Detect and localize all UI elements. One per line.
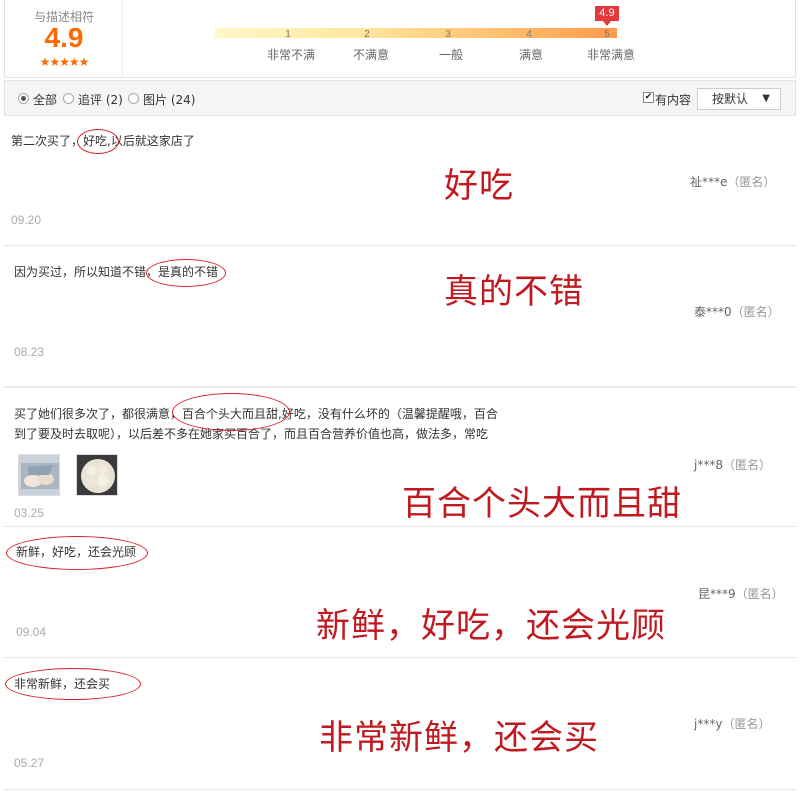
rating-scale-bar [215, 28, 617, 38]
reviewer-name: 昆***9（匿名） [698, 585, 784, 602]
scale-label-4: 满意 [518, 48, 543, 62]
has-content-checkbox[interactable]: ✔ [643, 92, 654, 103]
rating-flag-pointer [602, 21, 611, 26]
reviewer-id: 泰***0 [694, 305, 732, 319]
review-text-part: 第二次买了， [11, 134, 84, 148]
anonymous-tag: （匿名） [731, 305, 780, 319]
review-date: 03.25 [14, 506, 45, 520]
highlight-ellipse [146, 259, 226, 287]
anonymous-tag: （匿名） [722, 717, 771, 731]
scale-label-5: 非常满意 [586, 48, 635, 62]
anonymous-tag: （匿名） [727, 175, 776, 189]
review-annotation: 好吃 [444, 166, 514, 206]
scale-label-2: 不满意 [352, 48, 389, 62]
review-text-part: 以后就这家店了 [110, 134, 195, 148]
reviewer-id: j***8 [694, 458, 723, 472]
filter-all-label[interactable]: 全部 [33, 91, 57, 108]
review-text-part: 买了她们很多次了，都很满意， [14, 407, 183, 421]
review-photo-thumbnail[interactable] [18, 454, 60, 496]
anonymous-tag: （匿名） [722, 458, 771, 472]
review-annotation: 非常新鲜，还会买 [319, 718, 599, 758]
reviewer-id: j***y [694, 717, 723, 731]
rating-summary: 与描述相符 4.9 ★★★★★ [5, 0, 123, 78]
anonymous-tag: （匿名） [735, 587, 784, 601]
review-item: 因为买过，所以知道不错，是真的不错 真的不错 泰***0（匿名） 08.23 [4, 246, 796, 387]
scale-number-3: 3 [445, 29, 451, 40]
has-content-label[interactable]: 有内容 [655, 91, 691, 108]
rating-panel: 与描述相符 4.9 ★★★★★ [4, 0, 796, 78]
filter-images-radio[interactable] [128, 93, 139, 104]
review-date: 08.23 [14, 345, 45, 359]
rating-flag: 4.9 [594, 6, 619, 21]
filter-followup-label[interactable]: 追评 (2) [78, 91, 123, 108]
filter-bar: 全部 追评 (2) 图片 (24) ✔ 有内容 按默认 ▼ [4, 80, 796, 116]
scale-label-3: 一般 [438, 48, 463, 62]
scale-label-1: 非常不满 [266, 48, 315, 62]
review-text-part: 因为买过，所以知道不错， [14, 265, 159, 279]
review-annotation: 百合个头大而且甜 [402, 484, 682, 524]
filter-images-label[interactable]: 图片 (24) [143, 91, 195, 108]
chevron-down-icon: ▼ [762, 93, 770, 104]
highlight-ellipse [77, 129, 119, 154]
filter-all-radio[interactable] [18, 93, 29, 104]
star-rating-icon: ★★★★★ [39, 55, 90, 69]
review-item: 第二次买了，好吃,以后就这家店了 好吃 祉***e（匿名） 09.20 [4, 118, 796, 246]
reviewer-name: j***8（匿名） [694, 456, 771, 473]
review-annotation: 新鲜，好吃，还会光顾 [316, 606, 666, 646]
reviewer-name: 祉***e（匿名） [690, 173, 775, 190]
scale-number-2: 2 [364, 29, 370, 40]
reviewer-id: 祉***e [690, 175, 728, 189]
review-date: 05.27 [14, 756, 45, 770]
reviewer-name: j***y（匿名） [694, 715, 770, 732]
review-item: 买了她们很多次了，都很满意，百合个头大而且甜,好吃，没有什么坏的（温馨提醒哦，百… [4, 387, 796, 527]
scale-number-1: 1 [285, 29, 291, 40]
scale-number-4: 4 [526, 29, 532, 40]
scale-number-5: 5 [604, 29, 610, 40]
highlight-ellipse [6, 536, 148, 570]
highlight-ellipse [5, 668, 141, 700]
review-photo-thumbnail[interactable] [76, 454, 118, 496]
review-item: 新鲜，好吃，还会光顾 昆***9（匿名） 新鲜，好吃，还会光顾 09.04 [4, 528, 796, 658]
review-date: 09.20 [11, 213, 42, 227]
review-date: 09.04 [16, 625, 47, 639]
sort-dropdown[interactable]: 按默认 ▼ [697, 88, 781, 110]
review-annotation: 真的不错 [444, 272, 584, 312]
highlight-ellipse [172, 393, 290, 431]
review-item: 非常新鲜，还会买 非常新鲜，还会买 j***y（匿名） 05.27 [4, 658, 796, 790]
sort-dropdown-value: 按默认 [712, 92, 749, 106]
reviewer-name: 泰***0（匿名） [694, 303, 780, 320]
review-text-part: 好吃，没有什么坏的（温馨提醒哦，百合 [281, 407, 498, 421]
filter-followup-radio[interactable] [63, 93, 74, 104]
reviewer-id: 昆***9 [698, 587, 736, 601]
score-value: 4.9 [44, 22, 84, 53]
